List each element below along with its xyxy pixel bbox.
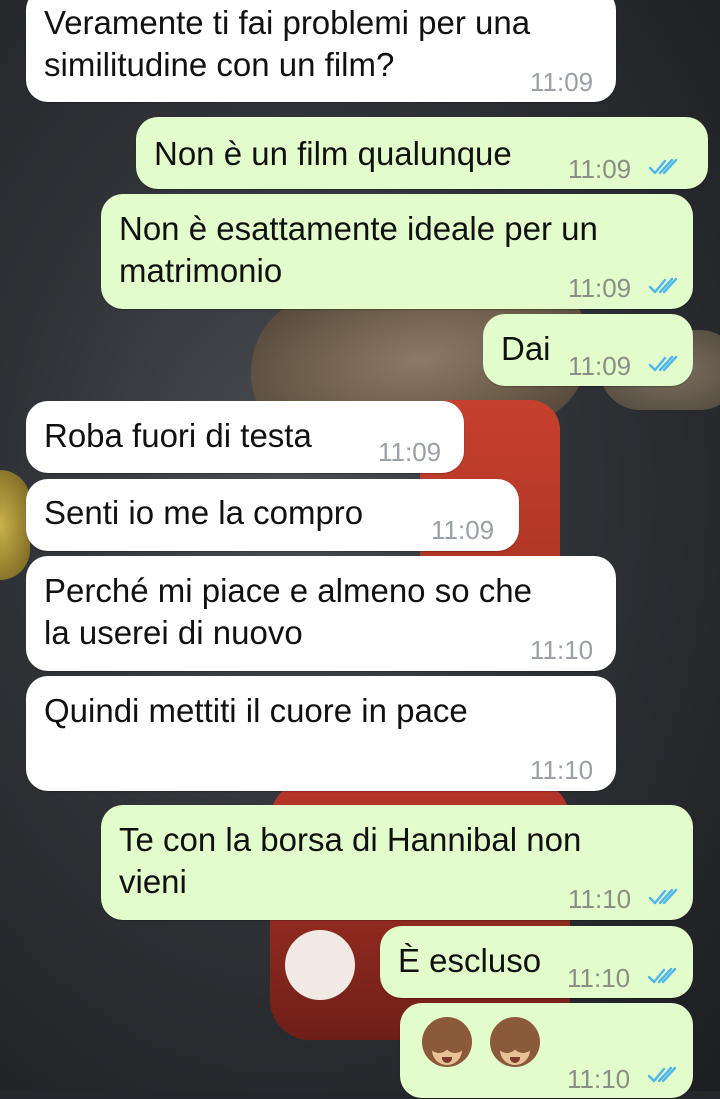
message-time: 11:09: [568, 351, 632, 381]
message-time: 11:09: [568, 154, 632, 184]
see-no-evil-monkey-icon: [486, 1017, 544, 1077]
message-bubble-incoming[interactable]: Perché mi piace e almeno so che la usere…: [26, 556, 616, 671]
read-receipt-icon: [648, 355, 678, 372]
message-bubble-outgoing[interactable]: Non è esattamente ideale per un matrimon…: [101, 194, 693, 309]
message-text: Veramente ti fai problemi per una: [44, 4, 531, 41]
message-text: È escluso: [398, 942, 542, 979]
message-list: Veramente ti fai problemi per una simili…: [0, 0, 720, 1098]
message-time: 11:10: [567, 963, 631, 993]
message-text: Te con la borsa di Hannibal non: [119, 821, 582, 858]
message-time: 11:09: [530, 67, 594, 97]
message-bubble-incoming[interactable]: Veramente ti fai problemi per una simili…: [26, 0, 616, 102]
message-bubble-outgoing[interactable]: Te con la borsa di Hannibal non vieni 11…: [101, 805, 693, 920]
message-bubble-incoming[interactable]: Quindi mettiti il cuore in pace 11:10: [26, 676, 616, 791]
message-time: 11:09: [431, 515, 495, 545]
read-receipt-icon: [647, 1066, 677, 1083]
read-receipt-icon: [648, 277, 678, 294]
emoji-row: [418, 1017, 544, 1077]
message-text: Non è esattamente ideale per un: [119, 210, 598, 247]
message-time: 11:09: [378, 437, 442, 467]
message-text: Perché mi piace e almeno so che: [44, 572, 532, 609]
read-receipt-icon: [648, 158, 678, 175]
message-bubble-outgoing[interactable]: È escluso 11:10: [380, 926, 693, 998]
message-text: vieni: [119, 863, 187, 900]
message-time: 11:10: [530, 635, 594, 665]
message-time: 11:10: [567, 1064, 631, 1094]
message-bubble-outgoing[interactable]: 11:10: [400, 1003, 693, 1098]
message-bubble-outgoing[interactable]: Non è un film qualunque 11:09: [136, 117, 708, 189]
message-text: Roba fuori di testa: [44, 417, 312, 454]
read-receipt-icon: [648, 888, 678, 905]
message-text: Non è un film qualunque: [154, 135, 512, 172]
read-receipt-icon: [647, 967, 677, 984]
message-bubble-incoming[interactable]: Roba fuori di testa 11:09: [26, 401, 464, 473]
message-text: la userei di nuovo: [44, 614, 303, 651]
message-text: matrimonio: [119, 252, 283, 289]
message-text: Quindi mettiti il cuore in pace: [44, 692, 468, 729]
message-bubble-incoming[interactable]: Senti io me la compro 11:09: [26, 479, 519, 551]
message-text: Dai: [501, 330, 551, 367]
message-time: 11:10: [568, 884, 632, 914]
message-time: 11:10: [530, 755, 594, 785]
message-bubble-outgoing[interactable]: Dai 11:09: [483, 314, 693, 386]
message-text: Senti io me la compro: [44, 494, 364, 531]
see-no-evil-monkey-icon: [418, 1017, 476, 1077]
message-time: 11:09: [568, 273, 632, 303]
message-text: similitudine con un film?: [44, 46, 395, 83]
